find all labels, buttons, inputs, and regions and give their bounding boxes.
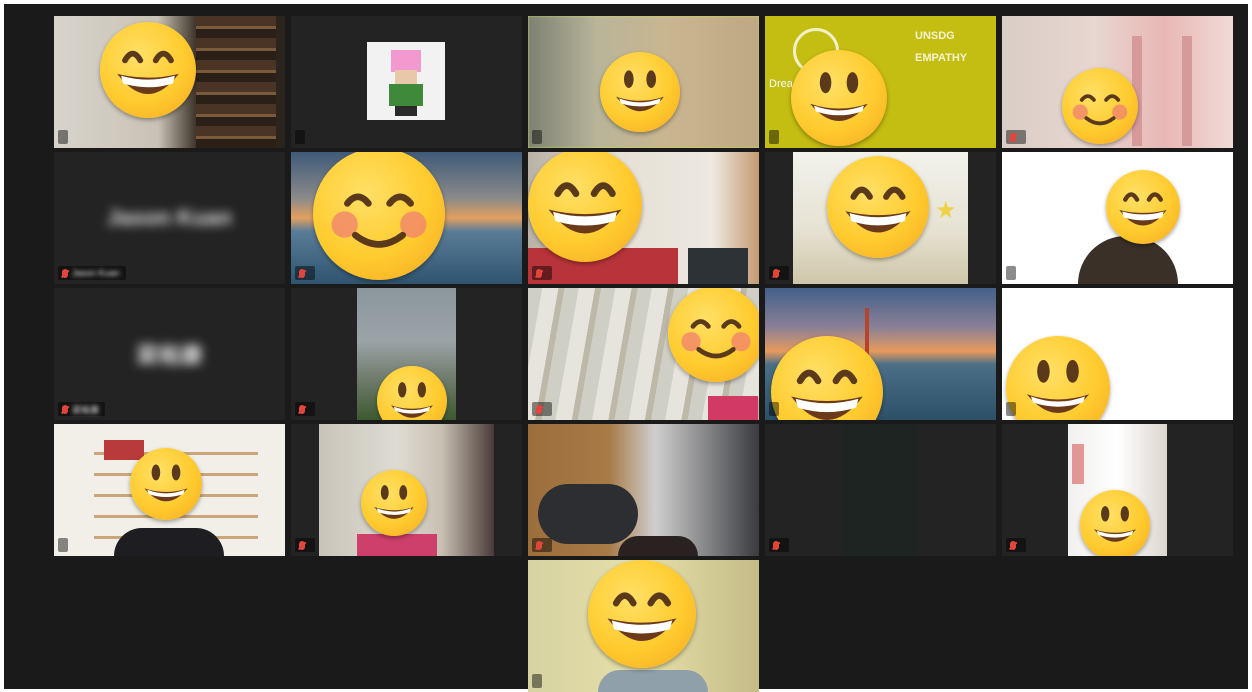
participant-tile[interactable] [765, 424, 996, 556]
participant-tile[interactable] [1002, 288, 1233, 420]
clothing-rack [538, 484, 638, 544]
grinning-face-icon [600, 52, 680, 132]
name-label [769, 130, 779, 144]
participant-name-placeholder: 梁裕康 [136, 343, 203, 368]
name-label [1006, 402, 1016, 416]
name-label: 梁裕康 [58, 402, 106, 416]
name-label [295, 402, 315, 416]
mic-muted-icon [773, 268, 779, 278]
grinning-face-icon [377, 366, 447, 420]
participant-tile[interactable]: Jason Kuan Jason Kuan [54, 152, 285, 284]
monitor [688, 248, 748, 284]
participant-tile[interactable] [291, 152, 522, 284]
participant-tile[interactable] [54, 424, 285, 556]
participant-tile[interactable] [54, 16, 285, 148]
hair [114, 528, 224, 556]
name-label [532, 402, 552, 416]
name-label [532, 674, 542, 688]
name-label: Jason Kuan [58, 266, 126, 280]
grinning-face-icon [1006, 336, 1110, 420]
participant-tile[interactable] [528, 288, 759, 420]
participant-tile[interactable] [765, 288, 996, 420]
grinning-face-with-big-eyes-icon [588, 560, 696, 668]
grinning-face-with-big-eyes-icon [528, 152, 642, 262]
grinning-face-icon [1080, 490, 1150, 556]
clothing [708, 396, 758, 420]
grinning-face-icon [130, 448, 202, 520]
participant-tile[interactable]: 梁裕康 梁裕康 [54, 288, 285, 420]
participant-video [843, 424, 916, 556]
avatar [367, 42, 445, 120]
background-text: UNSDG [915, 30, 955, 42]
name-label [769, 402, 779, 416]
participant-tile[interactable]: ★ [765, 152, 996, 284]
grinning-face-with-big-eyes-icon [1106, 170, 1180, 244]
hair [618, 536, 698, 556]
participant-tile[interactable] [1002, 152, 1233, 284]
mic-muted-icon [536, 404, 542, 414]
grinning-face-with-big-eyes-icon [771, 336, 883, 420]
name-label [295, 538, 315, 552]
grinning-face-with-big-eyes-icon [827, 156, 929, 258]
chair [1132, 36, 1192, 146]
participant-tile[interactable] [528, 560, 759, 692]
name-label [769, 266, 789, 280]
mic-muted-icon [299, 268, 305, 278]
mic-muted-icon [299, 404, 305, 414]
clothing [357, 534, 437, 556]
participant-tile[interactable]: Drea UNSDG EMPATHY [765, 16, 996, 148]
mic-muted-icon [62, 404, 68, 414]
name-label [1006, 266, 1016, 280]
name-label [532, 130, 542, 144]
participant-tile[interactable] [528, 152, 759, 284]
mic-muted-icon [536, 268, 542, 278]
mic-muted-icon [1010, 540, 1016, 550]
mic-muted-icon [299, 540, 305, 550]
participant-tile[interactable] [291, 16, 522, 148]
participant-tile[interactable] [291, 288, 522, 420]
smiling-face-with-smiling-eyes-icon [313, 152, 445, 280]
participant-grid: Drea UNSDG EMPATHY Jason Kuan Jason Kuan [54, 16, 1233, 692]
participant-name: 梁裕康 [72, 404, 100, 415]
name-label [295, 130, 305, 144]
bookshelf [196, 16, 276, 148]
name-label [769, 538, 789, 552]
smiling-face-with-smiling-eyes-icon [1062, 68, 1138, 144]
participant-name: Jason Kuan [72, 268, 120, 278]
gallery-view: Drea UNSDG EMPATHY Jason Kuan Jason Kuan [4, 4, 1248, 692]
participant-tile[interactable] [528, 424, 759, 556]
grinning-face-icon [791, 50, 887, 146]
participant-name-placeholder: Jason Kuan [107, 205, 232, 230]
participant-tile[interactable] [1002, 16, 1233, 148]
wall-decoration [1072, 444, 1084, 484]
grinning-face-with-big-eyes-icon [100, 22, 196, 118]
participant-tile[interactable] [1002, 424, 1233, 556]
name-label [1006, 538, 1026, 552]
background-text: Drea [769, 78, 793, 90]
name-label [58, 130, 68, 144]
mic-muted-icon [1010, 132, 1016, 142]
mic-muted-icon [536, 540, 542, 550]
name-label [295, 266, 315, 280]
mic-muted-icon [62, 268, 68, 278]
name-label [532, 538, 552, 552]
mic-muted-icon [773, 540, 779, 550]
star-decoration: ★ [935, 197, 957, 224]
name-label [1006, 130, 1026, 144]
name-label [58, 538, 68, 552]
smiling-face-with-smiling-eyes-icon [668, 288, 759, 382]
grinning-face-icon [361, 470, 427, 536]
background-text: EMPATHY [915, 52, 968, 64]
participant-tile[interactable] [291, 424, 522, 556]
participant-tile-active-speaker[interactable] [528, 16, 759, 148]
name-label [532, 266, 552, 280]
